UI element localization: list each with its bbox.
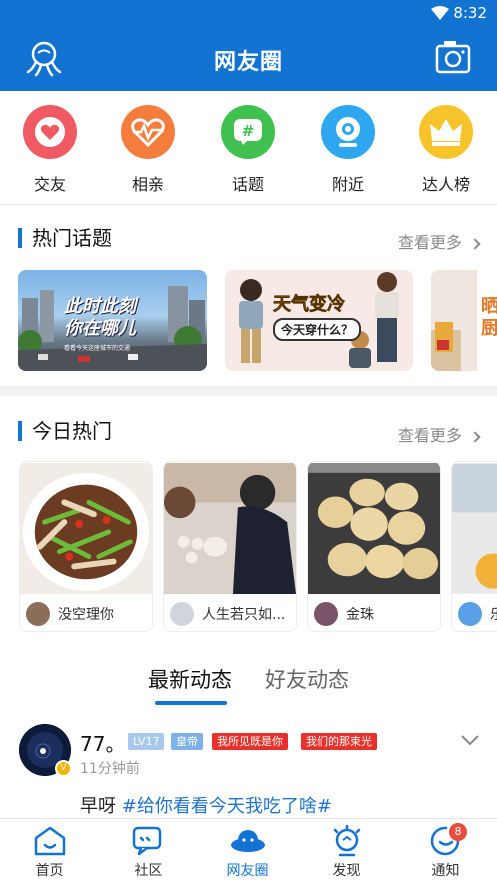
topic-headline: 晒 厨 — [481, 296, 497, 339]
level-tag: LV17 — [128, 733, 165, 750]
chevron-right-icon — [469, 431, 481, 443]
today-hot-title: 今日热门 — [18, 421, 112, 441]
topic-card-food[interactable]: 晒 厨 — [431, 270, 497, 371]
quick-link-label: 附近 — [331, 175, 364, 194]
status-bar: 8:32 — [0, 0, 497, 26]
today-hot-see-more[interactable]: 查看更多 — [397, 422, 481, 446]
chevron-down-icon[interactable] — [461, 734, 479, 746]
home-icon — [34, 826, 66, 856]
hot-post-card[interactable]: 人生若只如... — [163, 461, 297, 632]
dumpling-making-photo — [164, 462, 296, 595]
quick-link-label: 达人榜 — [421, 175, 470, 194]
discover-icon — [333, 825, 361, 857]
quick-link-label: 相亲 — [131, 175, 164, 194]
topic-caption: 看看今天这座城市的交通 — [64, 345, 131, 352]
bottom-tab-bar: 首页 社区 网友圈 发现 8 通知 — [0, 818, 497, 883]
steamed-buns-photo — [308, 462, 440, 595]
location-icon — [321, 105, 375, 159]
nav-label: 发现 — [332, 863, 361, 879]
avatar — [314, 602, 338, 626]
topic-headline: 天气变冷 — [273, 294, 346, 316]
tab-latest[interactable]: 最新动态 — [148, 664, 232, 694]
post-topic-link[interactable]: #给你看看今天我吃了啥# — [122, 796, 332, 817]
heart-icon — [23, 105, 77, 159]
quick-link-ranking[interactable]: 达人榜 — [406, 105, 486, 195]
quick-link-dating[interactable]: 相亲 — [108, 105, 188, 195]
see-more-label: 查看更多 — [397, 426, 462, 445]
post-username[interactable]: 77。 — [80, 728, 125, 757]
section-divider — [0, 386, 497, 396]
wifi-icon — [431, 6, 449, 20]
avatar — [170, 602, 194, 626]
hot-post-card[interactable]: 没空理你 — [19, 461, 153, 632]
hashtag-icon: # — [221, 105, 275, 159]
heartbeat-icon — [121, 105, 175, 159]
topic-card-city[interactable]: 此时此刻 你在哪儿 看看今天这座城市的交通 — [18, 270, 207, 371]
badge-tag: 我所见既是你 — [212, 733, 288, 750]
page-title: 网友圈 — [213, 50, 283, 75]
nav-label: 通知 — [431, 863, 460, 879]
see-more-label: 查看更多 — [397, 233, 462, 252]
app-header: 网友圈 — [0, 26, 497, 91]
svg-text:#: # — [242, 122, 255, 140]
title-tag: 皇帝 — [171, 733, 203, 750]
verified-badge-icon: V — [55, 760, 72, 777]
nav-home[interactable]: 首页 — [0, 819, 99, 884]
status-time: 8:32 — [453, 4, 487, 22]
food-photo — [452, 463, 497, 594]
chevron-right-icon — [469, 238, 481, 250]
post-content: 早呀 #给你看看今天我吃了啥# — [80, 792, 332, 818]
avatar — [458, 602, 482, 626]
hot-post-card[interactable]: 乐 — [451, 461, 497, 632]
quick-link-topics[interactable]: # 话题 — [208, 105, 288, 195]
nav-label: 网友圈 — [226, 863, 269, 879]
topic-card-weather[interactable]: 天气变冷 今天穿什么？ — [225, 270, 413, 371]
hot-post-author: 没空理你 — [58, 607, 114, 623]
quick-link-label: 交友 — [33, 175, 66, 194]
chat-icon — [132, 826, 162, 856]
notification-badge: 8 — [449, 823, 467, 841]
nav-community[interactable]: 社区 — [99, 819, 198, 884]
stir-fry-photo — [20, 462, 152, 595]
feed-post[interactable]: V 77。 LV17 皇帝 我所见既是你 我们的那束光 11分钟前 早呀 #给你… — [0, 718, 497, 818]
topic-headline: 此时此刻 你在哪儿 — [64, 296, 136, 339]
nav-label: 首页 — [35, 863, 64, 879]
nav-notifications[interactable]: 8 通知 — [396, 819, 495, 884]
quick-links: 交友 相亲 # 话题 附近 达人榜 — [0, 91, 497, 205]
active-tab-indicator — [155, 701, 227, 705]
tab-friends[interactable]: 好友动态 — [265, 664, 349, 694]
hot-post-author: 乐 — [490, 604, 497, 624]
quick-link-label: 话题 — [231, 175, 264, 194]
post-time: 11分钟前 — [80, 761, 140, 777]
hot-topics-title: 热门话题 — [18, 228, 112, 248]
quick-link-nearby[interactable]: 附近 — [308, 105, 388, 195]
hot-post-author: 人生若只如... — [202, 607, 286, 623]
hot-post-author: 金珠 — [346, 607, 374, 623]
avatar — [26, 602, 50, 626]
post-text: 早呀 — [80, 796, 116, 817]
topic-subheadline: 今天穿什么？ — [273, 318, 362, 341]
hot-topics-see-more[interactable]: 查看更多 — [397, 229, 481, 253]
nav-discover[interactable]: 发现 — [297, 819, 396, 884]
badge-tag: 我们的那束光 — [301, 733, 377, 750]
quick-link-friends[interactable]: 交友 — [10, 105, 90, 195]
camera-icon[interactable] — [435, 40, 471, 74]
feed-tabs: 最新动态 好友动态 — [0, 660, 497, 710]
crown-icon — [419, 105, 473, 159]
nav-circle[interactable]: 网友圈 — [198, 819, 297, 884]
nav-label: 社区 — [134, 863, 163, 879]
hot-post-card[interactable]: 金珠 — [307, 461, 441, 632]
planet-icon — [231, 830, 265, 852]
